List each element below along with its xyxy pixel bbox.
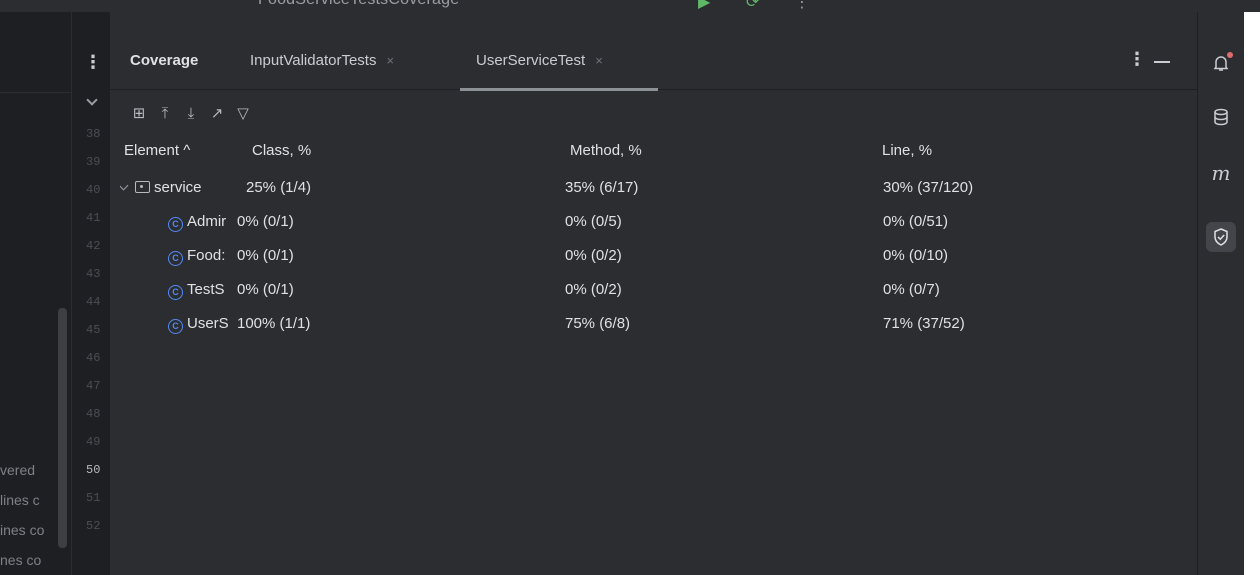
row-line-pct: 0% (0/10) [883, 247, 949, 264]
row-element: C TestS [168, 281, 238, 300]
row-class-pct: 0% (0/1) [237, 247, 294, 264]
database-icon[interactable] [1206, 102, 1236, 132]
debug-icon[interactable]: ⟳ [746, 0, 759, 12]
row-element: service [120, 179, 244, 196]
line-number: 43 [86, 267, 101, 281]
more-options-icon[interactable]: ⋮ [1128, 49, 1146, 70]
row-line-pct: 71% (37/52) [883, 315, 965, 332]
line-number: 47 [86, 379, 101, 393]
editor-fragment: vered [0, 462, 36, 478]
tab-label: UserServiceTest [476, 52, 586, 69]
row-element: C Admir [168, 213, 238, 232]
more-actions-icon[interactable]: ⋮ [794, 0, 810, 12]
line-number: 49 [86, 435, 101, 449]
notifications-icon[interactable] [1206, 48, 1236, 78]
editor-fragment: nes co [0, 552, 42, 568]
row-method-pct: 0% (0/2) [565, 247, 622, 264]
filter-icon[interactable]: ▽ [234, 104, 252, 122]
row-element: C Food: [168, 247, 238, 266]
table-row[interactable]: C TestS 0% (0/1) 0% (0/2) 0% (0/7) [110, 272, 1197, 306]
column-header-element[interactable]: Element ^ [124, 142, 190, 159]
panel-divider [0, 92, 72, 93]
row-class-pct: 100% (1/1) [237, 315, 311, 332]
package-icon [135, 181, 150, 193]
coverage-tool-window: Coverage InputValidatorTests × UserServic… [110, 12, 1197, 575]
class-icon: C [168, 217, 183, 232]
gutter-options-icon[interactable]: ⋮ [84, 52, 102, 73]
editor-fragment: lines c [0, 492, 40, 508]
row-class-pct: 25% (1/4) [246, 179, 312, 196]
line-number: 40 [86, 183, 101, 197]
flatten-packages-icon[interactable]: ⊞ [130, 104, 148, 122]
tab-user-service-test[interactable]: UserServiceTest × [476, 52, 603, 74]
table-row[interactable]: C Admir 0% (0/1) 0% (0/5) 0% (0/51) [110, 204, 1197, 238]
chevron-down-icon[interactable] [86, 94, 98, 106]
export-icon[interactable]: ↗ [208, 104, 226, 122]
tab-input-validator-tests[interactable]: InputValidatorTests × [250, 52, 394, 74]
database-shape-icon [1214, 108, 1228, 126]
title-bar: FoodServiceTestsCoverage ▶ ⟳ ⋮ [0, 0, 1260, 12]
line-number: 39 [86, 155, 101, 169]
row-line-pct: 0% (0/7) [883, 281, 940, 298]
navigate-up-icon[interactable]: ⤒ [156, 104, 174, 122]
line-number-active: 50 [86, 463, 101, 477]
line-number: 42 [86, 239, 101, 253]
line-number: 44 [86, 295, 101, 309]
right-tool-stripe: m [1197, 12, 1244, 575]
window-edge [1244, 12, 1260, 575]
row-name: Food: [187, 247, 226, 264]
table-row[interactable]: C Food: 0% (0/1) 0% (0/2) 0% (0/10) [110, 238, 1197, 272]
class-icon: C [168, 319, 183, 334]
editor-scrollbar[interactable] [58, 308, 67, 548]
class-icon: C [168, 251, 183, 266]
row-name: Admir [187, 213, 227, 230]
line-number: 51 [86, 491, 101, 505]
class-icon: C [168, 285, 183, 300]
editor-left-panel: vered lines c ines co nes co [0, 12, 72, 575]
notification-badge [1227, 52, 1233, 58]
table-row[interactable]: service 25% (1/4) 35% (6/17) 30% (37/120… [110, 170, 1197, 204]
row-method-pct: 0% (0/2) [565, 281, 622, 298]
line-number: 38 [86, 127, 101, 141]
line-number: 52 [86, 519, 101, 533]
tab-label: InputValidatorTests [250, 52, 377, 69]
row-method-pct: 0% (0/5) [565, 213, 622, 230]
line-number: 41 [86, 211, 101, 225]
line-number: 46 [86, 351, 101, 365]
coverage-icon[interactable] [1206, 222, 1236, 252]
chevron-down-icon[interactable] [120, 180, 129, 191]
minimize-icon[interactable] [1154, 61, 1170, 63]
row-name: TestS [187, 281, 225, 298]
line-number: 48 [86, 407, 101, 421]
table-header: Element ^ Class, % Method, % Line, % [110, 136, 1197, 170]
table-row[interactable]: C UserS 100% (1/1) 75% (6/8) 71% (37/52) [110, 306, 1197, 340]
shield-check-icon [1214, 228, 1228, 246]
tool-tab-bar: Coverage InputValidatorTests × UserServic… [110, 12, 1197, 91]
row-class-pct: 0% (0/1) [237, 281, 294, 298]
row-line-pct: 30% (37/120) [883, 179, 974, 196]
run-icon[interactable]: ▶ [698, 0, 710, 12]
ide-window: FoodServiceTestsCoverage ▶ ⟳ ⋮ vered lin… [0, 0, 1260, 575]
row-method-pct: 75% (6/8) [565, 315, 631, 332]
editor-fragment: ines co [0, 522, 45, 538]
row-line-pct: 0% (0/51) [883, 213, 949, 230]
row-element: C UserS [168, 315, 238, 334]
navigate-down-icon[interactable]: ⤓ [182, 104, 200, 122]
row-name: UserS [187, 315, 229, 332]
window-title: FoodServiceTestsCoverage [258, 0, 459, 9]
close-icon[interactable]: × [595, 53, 603, 68]
column-header-line[interactable]: Line, % [882, 142, 932, 159]
column-header-class[interactable]: Class, % [252, 142, 311, 159]
column-header-method[interactable]: Method, % [570, 142, 642, 159]
selected-tab-indicator [460, 88, 658, 91]
close-icon[interactable]: × [386, 53, 394, 68]
maven-icon[interactable]: m [1206, 158, 1236, 188]
tab-coverage[interactable]: Coverage [130, 52, 198, 74]
row-name: service [154, 179, 202, 196]
editor-gutter: ⋮ 38 39 40 41 42 43 44 45 46 47 48 49 50… [72, 12, 110, 575]
line-number: 45 [86, 323, 101, 337]
row-class-pct: 0% (0/1) [237, 213, 294, 230]
tab-label: Coverage [130, 52, 199, 69]
row-method-pct: 35% (6/17) [565, 179, 639, 196]
